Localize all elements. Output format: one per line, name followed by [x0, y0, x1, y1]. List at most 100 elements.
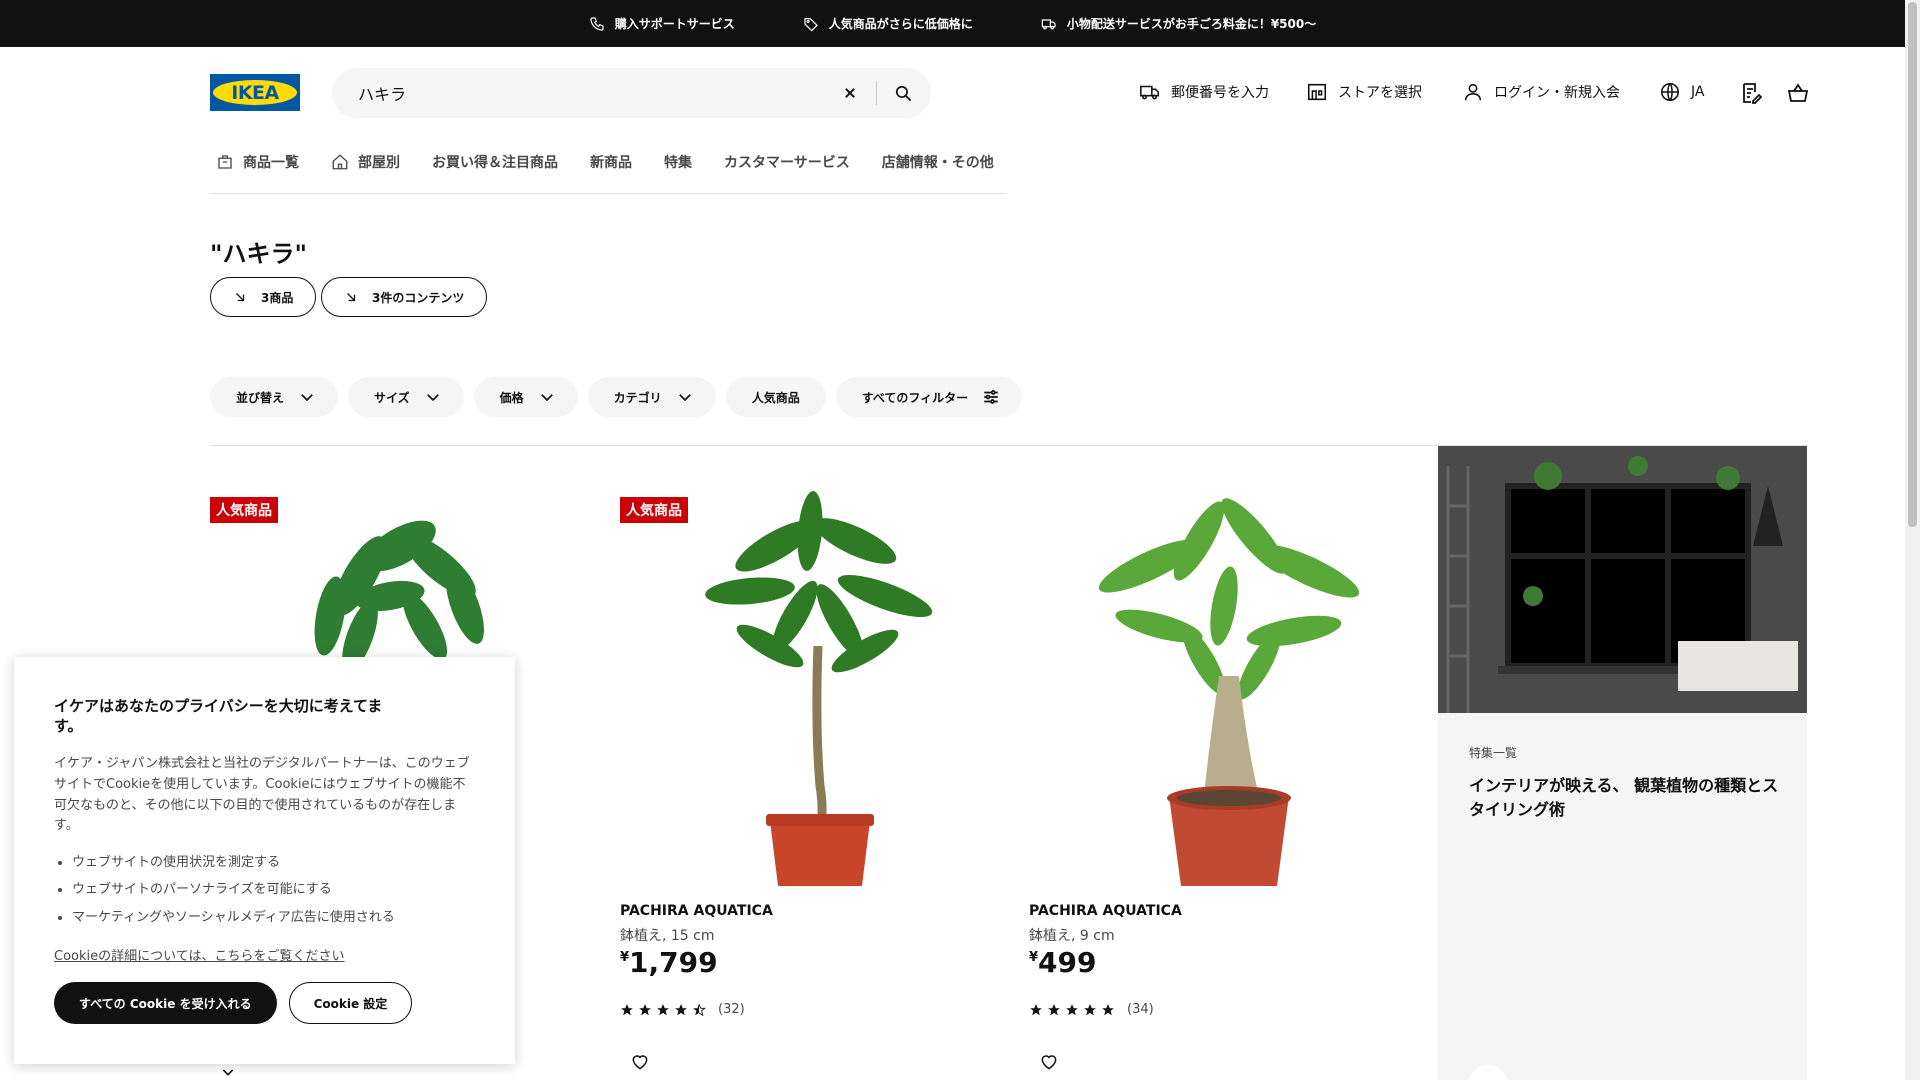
login-link[interactable]: ログイン・新規入会	[1462, 81, 1620, 103]
plant-image	[705, 491, 933, 886]
chevron-down-icon[interactable]	[220, 1064, 236, 1080]
star-icon	[1030, 1003, 1042, 1015]
search-input[interactable]	[358, 83, 828, 103]
nav-item-customer-service[interactable]: カスタマーサービス	[724, 152, 850, 172]
editorial-kicker: 特集一覧	[1469, 746, 1518, 760]
star-icon	[657, 1003, 669, 1015]
arrow-down-right-icon	[236, 293, 245, 302]
cart-button[interactable]	[1786, 81, 1810, 105]
chevron-down-icon	[426, 394, 439, 402]
nav-item-new[interactable]: 新商品	[590, 152, 632, 172]
store-select-link[interactable]: ストアを選択	[1306, 81, 1422, 103]
category-filter[interactable]: カテゴリ	[587, 377, 716, 417]
wishlist-button[interactable]	[1039, 1052, 1059, 1072]
star-icon	[621, 1003, 633, 1015]
product-description: 鉢植え, 15 cm	[620, 928, 715, 944]
store-icon	[1307, 83, 1327, 101]
price-currency: ¥	[1029, 950, 1039, 965]
topbar-lowprice-link[interactable]: 人気商品がさらに低価格に	[803, 15, 973, 32]
nav-item-products[interactable]: 商品一覧	[216, 152, 299, 172]
arrow-right-icon[interactable]	[1469, 1064, 1507, 1080]
postcode-link[interactable]: 郵便番号を入力	[1139, 81, 1269, 103]
product-price: ¥ 1,799	[620, 946, 718, 979]
postcode-label: 郵便番号を入力	[1171, 85, 1269, 101]
popular-badge: 人気商品	[210, 497, 278, 523]
price-currency: ¥	[620, 950, 630, 965]
nav-item-label: 新商品	[590, 155, 632, 171]
accept-all-cookies-button[interactable]: すべての Cookie を受け入れる	[54, 982, 277, 1024]
nav-item-deals[interactable]: お買い得＆注目商品	[432, 152, 558, 172]
product-rating[interactable]: (32)	[620, 1002, 745, 1017]
nav-item-features[interactable]: 特集	[664, 152, 692, 172]
cookie-actions: すべての Cookie を受け入れる Cookie 設定	[54, 982, 413, 1024]
wishlist-button[interactable]	[630, 1052, 650, 1072]
list-item: ウェブサイトの使用状況を測定する	[72, 849, 475, 876]
login-label: ログイン・新規入会	[1494, 85, 1620, 101]
size-filter[interactable]: サイズ	[348, 377, 464, 417]
editorial-card[interactable]: 特集一覧 インテリアが映える、 観葉植物の種類とスタイリング術	[1438, 446, 1807, 1080]
ikea-logo[interactable]: IKEA	[210, 74, 300, 111]
filter-label: サイズ	[374, 390, 410, 405]
user-icon	[1464, 83, 1482, 101]
page-scrollbar[interactable]	[1905, 0, 1920, 1080]
search-icon	[895, 85, 911, 101]
heart-icon	[1041, 1055, 1057, 1070]
chevron-down-icon	[678, 394, 691, 402]
product-card[interactable]: PACHIRA AQUATICA 鉢植え, 9 cm ¥ 499 (34)	[1029, 446, 1439, 1080]
topbar-delivery-link[interactable]: 小物配送サービスがお手ごろ料金に！¥500〜	[1041, 15, 1316, 32]
clear-search-button[interactable]	[840, 83, 860, 103]
star-icon	[675, 1003, 687, 1015]
cookie-details-link[interactable]: Cookieの詳細については、こちらをご覧ください	[54, 945, 344, 964]
nav-item-store-info[interactable]: 店舗情報・その他	[882, 152, 994, 172]
all-filters-button[interactable]: すべてのフィルター	[835, 377, 1023, 417]
store-label: ストアを選択	[1338, 85, 1422, 101]
language-selector[interactable]: JA	[1659, 81, 1704, 103]
cookie-settings-button[interactable]: Cookie 設定	[288, 982, 413, 1024]
list-edit-icon	[1743, 83, 1763, 104]
star-icon	[1066, 1003, 1078, 1015]
popular-filter[interactable]: 人気商品	[725, 377, 826, 417]
cookie-consent-banner: イケアはあなたのプライバシーを大切に考えてます。 イケア・ジャパン株式会社と当社…	[14, 657, 515, 1064]
product-card[interactable]: 人気商品 PACHIRA AQUATICA 鉢植え, 15 cm ¥ 1,799…	[620, 446, 1030, 1080]
product-price: ¥ 499	[1029, 946, 1097, 979]
search-divider	[876, 81, 877, 105]
product-rating[interactable]: (34)	[1029, 1002, 1154, 1017]
shopping-list-button[interactable]	[1739, 81, 1763, 105]
truck-icon	[1140, 85, 1160, 100]
topbar-item-label: 小物配送サービスがお手ごろ料金に！¥500〜	[1066, 17, 1317, 31]
interior-image	[1438, 446, 1807, 713]
content-count-pill[interactable]: 3件のコンテンツ	[321, 277, 488, 317]
filter-label: すべてのフィルター	[861, 390, 969, 405]
pill-label: 3件のコンテンツ	[372, 290, 465, 305]
products-count-pill[interactable]: 3商品	[210, 277, 317, 317]
sliders-icon	[984, 390, 998, 404]
nav-item-rooms[interactable]: 部屋別	[331, 152, 400, 172]
search-bar	[332, 68, 931, 118]
product-name[interactable]: PACHIRA AQUATICA	[1029, 903, 1182, 919]
topbar-support-link[interactable]: 購入サポートサービス	[589, 15, 735, 32]
editorial-title[interactable]: インテリアが映える、 観葉植物の種類とスタイリング術	[1469, 774, 1789, 822]
star-icon	[1048, 1003, 1060, 1015]
scrollbar-thumb[interactable]	[1908, 2, 1917, 527]
review-count: (34)	[1127, 1002, 1154, 1017]
pill-label: 3商品	[261, 290, 294, 305]
chevron-down-icon	[301, 394, 313, 402]
logo-text: IKEA	[213, 80, 297, 105]
filter-label: 価格	[499, 390, 524, 405]
globe-icon	[1660, 82, 1680, 102]
top-announcement-bar: 購入サポートサービス 人気商品がさらに低価格に 小物配送サービスがお手ごろ料金に…	[0, 0, 1905, 47]
review-count: (32)	[718, 1002, 745, 1017]
product-name[interactable]: PACHIRA AQUATICA	[620, 903, 773, 919]
nav-item-label: 特集	[664, 155, 692, 171]
language-label: JA	[1691, 84, 1705, 100]
sort-filter[interactable]: 並び替え	[210, 377, 339, 417]
star-half-icon	[693, 1003, 706, 1016]
close-icon	[845, 88, 855, 98]
price-value: 1,799	[629, 946, 718, 979]
search-button[interactable]	[888, 78, 918, 108]
topbar-item-label: 人気商品がさらに低価格に	[828, 17, 973, 31]
price-filter[interactable]: 価格	[473, 377, 578, 417]
truck-icon	[1041, 18, 1056, 29]
filter-label: カテゴリ	[613, 390, 662, 405]
topbar-item-label: 購入サポートサービス	[614, 17, 735, 31]
